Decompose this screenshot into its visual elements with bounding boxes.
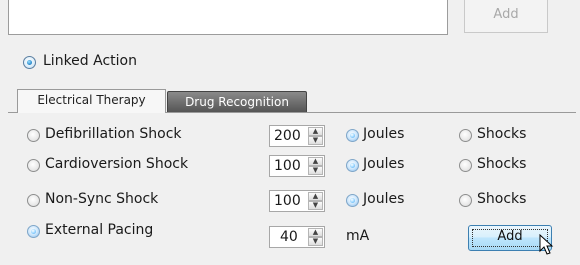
non-sync-radio[interactable]: [27, 194, 40, 207]
cardioversion-shocks-label: Shocks: [477, 156, 527, 172]
top-add-button[interactable]: Add: [464, 0, 548, 33]
spin-up-icon[interactable]: ▲: [308, 127, 323, 136]
linked-action-label: Linked Action: [43, 53, 137, 69]
spin-up-icon[interactable]: ▲: [308, 228, 323, 237]
cardioversion-radio[interactable]: [27, 159, 40, 172]
focus-ring: [472, 229, 548, 247]
spin-down-icon[interactable]: ▼: [308, 237, 323, 246]
spin-down-icon[interactable]: ▼: [308, 201, 323, 210]
non-sync-shocks-label: Shocks: [477, 191, 527, 207]
cardioversion-joules-label: Joules: [363, 156, 405, 172]
mouse-pointer-icon: [539, 234, 554, 255]
external-pacing-value[interactable]: 40: [280, 229, 298, 246]
external-pacing-unit: mA: [346, 228, 370, 244]
list-box[interactable]: [8, 0, 448, 35]
non-sync-value[interactable]: 100: [274, 193, 301, 210]
tab-drug-recognition[interactable]: Drug Recognition: [167, 91, 307, 112]
spin-down-icon[interactable]: ▼: [308, 166, 323, 175]
spin-down-icon[interactable]: ▼: [308, 136, 323, 145]
external-pacing-radio[interactable]: [27, 225, 40, 238]
external-pacing-label: External Pacing: [45, 222, 154, 238]
cardioversion-stepper[interactable]: 100 ▲ ▼: [269, 155, 325, 177]
tab-electrical-therapy[interactable]: Electrical Therapy: [17, 89, 166, 113]
non-sync-joules-radio[interactable]: [346, 194, 359, 207]
defibrillation-value[interactable]: 200: [274, 128, 301, 145]
defibrillation-label: Defibrillation Shock: [45, 126, 182, 142]
linked-action-radio[interactable]: [23, 56, 36, 69]
defibrillation-stepper[interactable]: 200 ▲ ▼: [269, 125, 325, 147]
spin-up-icon[interactable]: ▲: [308, 157, 323, 166]
cardioversion-joules-radio[interactable]: [346, 159, 359, 172]
defibrillation-joules-label: Joules: [363, 126, 405, 142]
defibrillation-joules-radio[interactable]: [346, 129, 359, 142]
defibrillation-shocks-radio[interactable]: [459, 129, 472, 142]
non-sync-label: Non-Sync Shock: [45, 191, 159, 207]
cardioversion-value[interactable]: 100: [274, 158, 301, 175]
defibrillation-shocks-label: Shocks: [477, 126, 527, 142]
spin-up-icon[interactable]: ▲: [308, 192, 323, 201]
non-sync-stepper[interactable]: 100 ▲ ▼: [269, 190, 325, 212]
non-sync-shocks-radio[interactable]: [459, 194, 472, 207]
non-sync-joules-label: Joules: [363, 191, 405, 207]
defibrillation-radio[interactable]: [27, 129, 40, 142]
cardioversion-shocks-radio[interactable]: [459, 159, 472, 172]
cardioversion-label: Cardioversion Shock: [45, 156, 189, 172]
external-pacing-stepper[interactable]: 40 ▲ ▼: [269, 226, 325, 248]
